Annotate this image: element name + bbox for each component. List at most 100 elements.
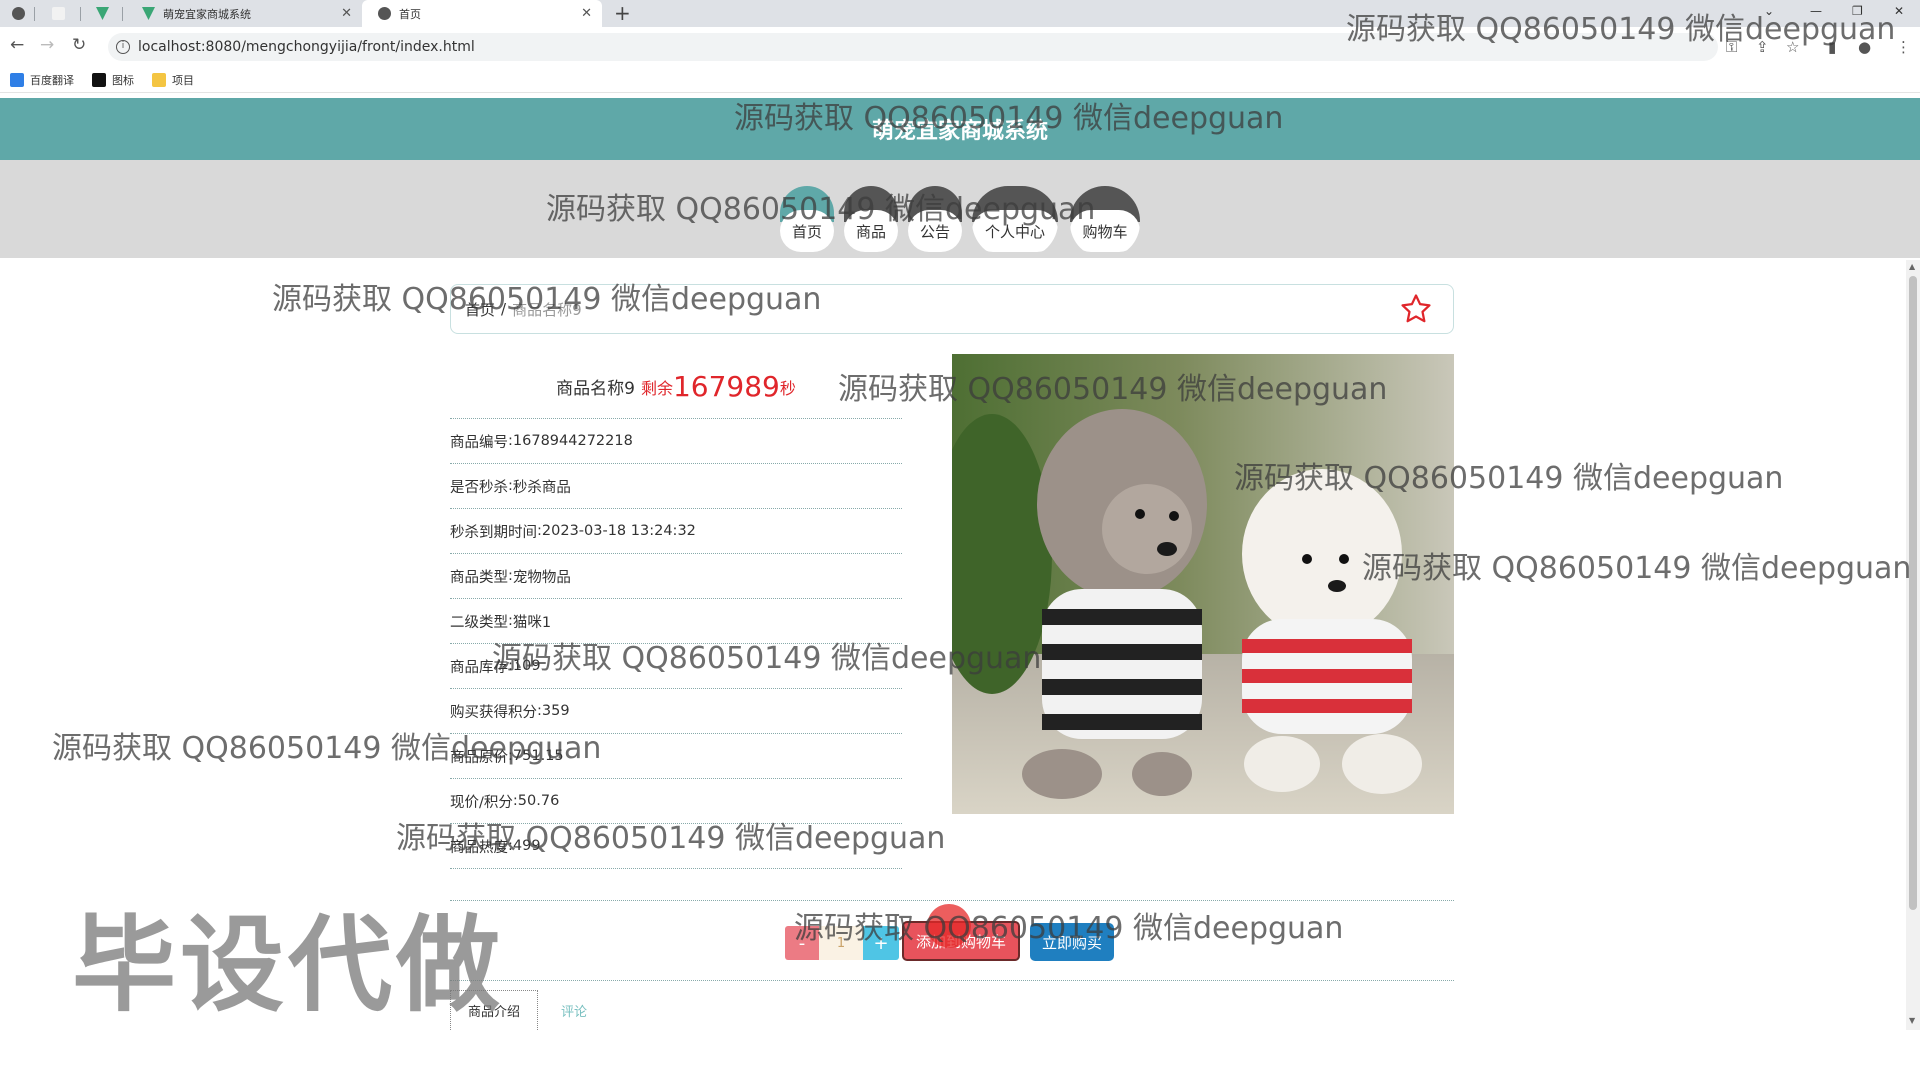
browser-tab-pinned-2[interactable] xyxy=(40,0,74,27)
bookmark-baidu-translate[interactable]: 百度翻译 xyxy=(10,72,74,88)
field-label: 商品编号 xyxy=(450,434,508,451)
breadcrumb-home[interactable]: 首页 xyxy=(465,299,495,320)
bookmark-label: 项目 xyxy=(172,73,194,87)
nav-label: 购物车 xyxy=(1070,210,1140,252)
url-text[interactable]: localhost:8080/mengchongyijia/front/inde… xyxy=(138,39,475,55)
bookmark-icons[interactable]: 图标 xyxy=(92,72,134,88)
menu-kebab-icon[interactable]: ⋮ xyxy=(1896,38,1911,56)
globe-icon xyxy=(12,7,25,20)
divider xyxy=(450,900,1454,901)
browser-tab-shop[interactable]: 萌宠宜家商城系统 ✕ xyxy=(126,0,362,27)
image-icon xyxy=(92,72,106,87)
product-field-row: 商品热度: 499 xyxy=(450,824,902,869)
new-tab-button[interactable]: + xyxy=(614,1,631,25)
click-indicator xyxy=(927,904,971,948)
browser-tab-home[interactable]: 首页 ✕ xyxy=(362,0,602,27)
field-label: 是否秒杀 xyxy=(450,479,508,496)
countdown-unit: 秒 xyxy=(779,378,796,398)
field-value: 359 xyxy=(541,703,570,719)
main-nav: 首页 商品 公告 个人中心 购物车 xyxy=(0,160,1920,258)
tab-separator xyxy=(80,7,81,21)
field-label: 秒杀到期时间 xyxy=(450,524,537,541)
product-info: 商品名称9 剩余 167989 秒 商品编号: 1678944272218 是否秒… xyxy=(450,355,902,869)
quantity-input[interactable]: 1 xyxy=(819,926,863,960)
field-label: 现价/积分 xyxy=(450,794,513,811)
product-field-row: 商品原价: 751.15 xyxy=(450,734,902,779)
scrollbar-thumb[interactable] xyxy=(1909,276,1917,910)
product-field-row: 是否秒杀: 秒杀商品 xyxy=(450,464,902,509)
browser-tab-pinned-3[interactable] xyxy=(84,0,118,27)
field-value: 1678944272218 xyxy=(512,433,633,449)
field-label: 商品原价 xyxy=(450,749,508,766)
site-title: 萌宠宜家商城系统 xyxy=(871,119,1048,144)
tab-title: 萌宠宜家商城系统 xyxy=(163,7,251,21)
buy-now-button[interactable]: 立即购买 xyxy=(1030,923,1114,961)
browser-tab-pinned-1[interactable] xyxy=(0,0,34,27)
field-label: 商品类型 xyxy=(450,569,508,586)
breadcrumb-current: 商品名称9 xyxy=(512,300,582,319)
side-panel-icon[interactable]: ▮ xyxy=(1828,38,1836,56)
site-info-icon[interactable]: i xyxy=(116,40,130,54)
tab-title: 首页 xyxy=(399,7,421,21)
tab-close-icon[interactable]: ✕ xyxy=(581,6,592,21)
breadcrumb-separator: / xyxy=(501,300,507,318)
tab-reviews[interactable]: 评论 xyxy=(550,990,598,1030)
nav-home[interactable]: 首页 xyxy=(780,186,834,258)
quantity-increase-button[interactable]: + xyxy=(863,926,899,960)
vue-icon xyxy=(142,7,155,20)
back-icon[interactable]: ← xyxy=(10,35,24,55)
dogs-photo xyxy=(952,354,1454,814)
page-scrollbar[interactable]: ▲ ▼ xyxy=(1906,260,1920,1030)
vue-icon xyxy=(96,7,109,20)
countdown-label: 剩余 xyxy=(640,378,673,398)
field-value: 499 xyxy=(512,838,541,854)
bookmark-project[interactable]: 项目 xyxy=(152,72,194,88)
tab-separator xyxy=(122,7,123,21)
product-field-row: 二级类型: 猫咪1 xyxy=(450,599,902,644)
nav-label: 首页 xyxy=(780,210,834,252)
nav-products[interactable]: 商品 xyxy=(844,186,898,258)
product-name: 商品名称9 xyxy=(556,379,635,399)
product-field-row: 商品库存: 109 xyxy=(450,644,902,689)
address-bar[interactable]: i localhost:8080/mengchongyijia/front/in… xyxy=(108,33,1718,61)
blank-page-icon xyxy=(52,7,65,20)
restore-icon[interactable]: ❐ xyxy=(1852,4,1863,18)
field-label: 商品热度 xyxy=(450,839,508,856)
tab-close-icon[interactable]: ✕ xyxy=(341,6,352,21)
field-value: 751.15 xyxy=(512,748,564,764)
nav-cart[interactable]: 购物车 xyxy=(1070,186,1140,258)
nav-profile[interactable]: 个人中心 xyxy=(972,186,1058,258)
close-window-icon[interactable]: ✕ xyxy=(1894,4,1904,18)
product-image xyxy=(952,354,1454,814)
product-field-row: 购买获得积分: 359 xyxy=(450,689,902,734)
bookmarks-bar: 百度翻译 图标 项目 xyxy=(0,67,1920,93)
nav-notices[interactable]: 公告 xyxy=(908,186,962,258)
favorite-star-icon[interactable] xyxy=(1399,292,1433,326)
folder-icon xyxy=(152,72,166,87)
forward-icon[interactable]: → xyxy=(40,35,54,55)
nav-label: 商品 xyxy=(844,210,898,252)
quantity-decrease-button[interactable]: - xyxy=(785,926,819,960)
bookmark-label: 百度翻译 xyxy=(30,73,74,87)
product-header: 商品名称9 剩余 167989 秒 xyxy=(450,355,902,419)
reload-icon[interactable]: ↻ xyxy=(72,35,86,55)
field-label: 购买获得积分 xyxy=(450,704,537,721)
scroll-up-icon[interactable]: ▲ xyxy=(1909,262,1915,271)
share-icon[interactable]: ⇪ xyxy=(1756,38,1769,56)
browser-tab-strip: 萌宠宜家商城系统 ✕ 首页 ✕ + ⌄ — ❐ ✕ xyxy=(0,0,1920,27)
translate-icon xyxy=(10,72,24,87)
field-label: 商品库存 xyxy=(450,659,508,676)
field-value: 109 xyxy=(512,658,541,674)
bookmark-star-icon[interactable]: ☆ xyxy=(1786,38,1799,56)
tab-separator xyxy=(34,7,35,21)
key-icon[interactable]: ⚿ xyxy=(1726,38,1737,56)
site-header: 萌宠宜家商城系统 xyxy=(0,98,1920,160)
chevron-down-icon[interactable]: ⌄ xyxy=(1764,4,1774,18)
profile-icon[interactable]: ● xyxy=(1858,38,1871,56)
globe-icon xyxy=(378,7,391,20)
product-field-list: 商品编号: 1678944272218 是否秒杀: 秒杀商品 秒杀到期时间: 202… xyxy=(450,419,902,869)
minimize-icon[interactable]: — xyxy=(1810,4,1822,18)
scroll-down-icon[interactable]: ▼ xyxy=(1909,1016,1915,1025)
countdown-value: 167989 xyxy=(672,370,780,403)
field-value: 宠物物品 xyxy=(512,569,571,586)
